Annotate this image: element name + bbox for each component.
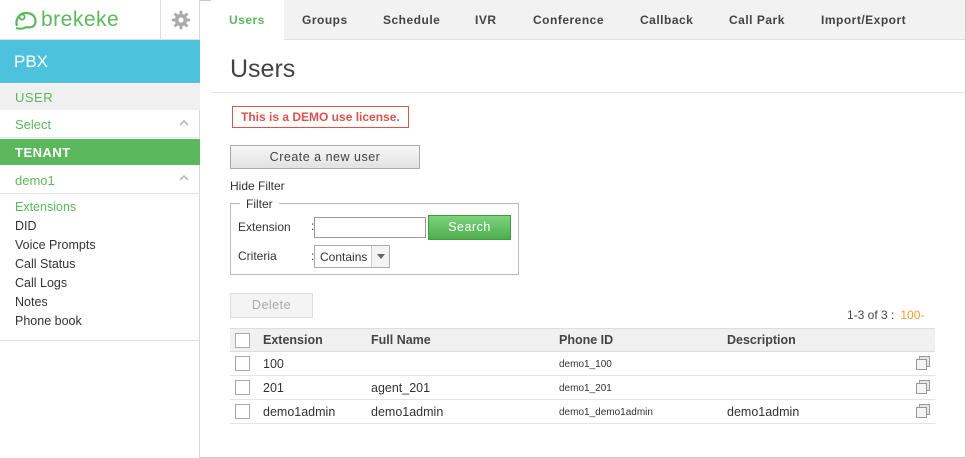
criteria-select[interactable]: Contains [314, 245, 390, 268]
select-all-checkbox[interactable] [235, 333, 250, 348]
user-select[interactable]: Select [0, 111, 200, 138]
page-title: Users [230, 55, 296, 83]
criteria-label: Criteria [238, 249, 277, 263]
tab-conference[interactable]: Conference [533, 0, 604, 40]
cell-phone-id: demo1_demo1admin [559, 407, 653, 418]
cell-phone-id: demo1_201 [559, 383, 612, 394]
tenant-section-header: TENANT [0, 139, 200, 165]
filter-legend: Filter [240, 197, 279, 211]
copy-icon[interactable] [915, 355, 931, 371]
tab-users[interactable]: Users [211, 0, 284, 40]
extension-filter-input[interactable] [314, 217, 426, 238]
copy-icon[interactable] [915, 379, 931, 395]
tab-call-park[interactable]: Call Park [729, 0, 785, 40]
column-header-full-name[interactable]: Full Name [371, 333, 431, 347]
search-button[interactable]: Search [428, 215, 511, 240]
cell-description: demo1admin [727, 405, 800, 419]
table-row[interactable]: 201 agent_201 demo1_201 [230, 376, 935, 400]
pager-range: 1-3 of 3 : [847, 308, 895, 322]
user-select-label: Select [15, 117, 52, 132]
pbx-header: PBX [0, 40, 200, 83]
create-user-button[interactable]: Create a new user [230, 145, 420, 169]
cell-extension[interactable]: 100 [263, 357, 284, 371]
cell-full-name: agent_201 [371, 381, 431, 395]
extension-filter-label: Extension [238, 220, 291, 234]
tab-ivr[interactable]: IVR [475, 0, 497, 40]
logo-row: brekeke [0, 0, 200, 40]
tenant-name: demo1 [15, 173, 55, 188]
settings-button[interactable] [160, 0, 200, 40]
tab-callback[interactable]: Callback [640, 0, 693, 40]
cell-extension[interactable]: 201 [263, 381, 284, 395]
table-row[interactable]: 100 demo1_100 [230, 352, 935, 376]
copy-icon[interactable] [915, 403, 931, 419]
chevron-up-icon [179, 174, 189, 181]
gear-icon [171, 10, 190, 30]
tab-groups[interactable]: Groups [302, 0, 348, 40]
sidebar-item-notes[interactable]: Notes [15, 294, 96, 313]
title-divider [211, 92, 965, 93]
delete-button[interactable]: Delete [230, 293, 313, 318]
hide-filter-link[interactable]: Hide Filter [230, 179, 285, 193]
column-header-extension[interactable]: Extension [263, 333, 323, 347]
row-checkbox[interactable] [235, 356, 250, 371]
sidebar-item-extensions[interactable]: Extensions [15, 199, 96, 218]
frog-logo-icon [15, 11, 37, 30]
cell-extension[interactable]: demo1admin [263, 405, 335, 419]
sidebar-item-call-logs[interactable]: Call Logs [15, 275, 96, 294]
tenant-select[interactable]: demo1 [0, 166, 200, 194]
row-checkbox[interactable] [235, 380, 250, 395]
sidebar-nav: Extensions DID Voice Prompts Call Status… [15, 199, 96, 332]
chevron-up-icon [179, 119, 189, 126]
tab-schedule[interactable]: Schedule [383, 0, 440, 40]
column-header-phone-id[interactable]: Phone ID [559, 333, 613, 347]
license-notice: This is a DEMO use license. [232, 106, 409, 128]
top-tab-bar: Users Groups Schedule IVR Conference Cal… [211, 0, 965, 40]
table-header: Extension Full Name Phone ID Description [230, 328, 935, 352]
sidebar-divider [0, 340, 200, 341]
page-size-select[interactable]: 100- [900, 308, 924, 322]
cell-phone-id: demo1_100 [559, 359, 612, 370]
user-section-header: USER [0, 84, 200, 110]
criteria-selected-value: Contains [320, 250, 368, 264]
sidebar: brekeke PBX USER Select TENANT demo1 Ext… [0, 0, 200, 458]
sidebar-item-voice-prompts[interactable]: Voice Prompts [15, 237, 96, 256]
column-header-description[interactable]: Description [727, 333, 796, 347]
row-checkbox[interactable] [235, 404, 250, 419]
sidebar-item-phone-book[interactable]: Phone book [15, 313, 96, 332]
brand-logo[interactable]: brekeke [13, 8, 119, 32]
cell-full-name: demo1admin [371, 405, 444, 419]
table-row[interactable]: demo1admin demo1admin demo1_demo1admin d… [230, 400, 935, 424]
sidebar-item-did[interactable]: DID [15, 218, 96, 237]
brand-name: brekeke [41, 8, 120, 31]
sidebar-item-call-status[interactable]: Call Status [15, 256, 96, 275]
pager: 1-3 of 3 : 100- [847, 308, 924, 322]
tab-import-export[interactable]: Import/Export [821, 0, 906, 40]
users-table: Extension Full Name Phone ID Description… [230, 328, 935, 424]
dropdown-arrow-icon [371, 246, 389, 267]
